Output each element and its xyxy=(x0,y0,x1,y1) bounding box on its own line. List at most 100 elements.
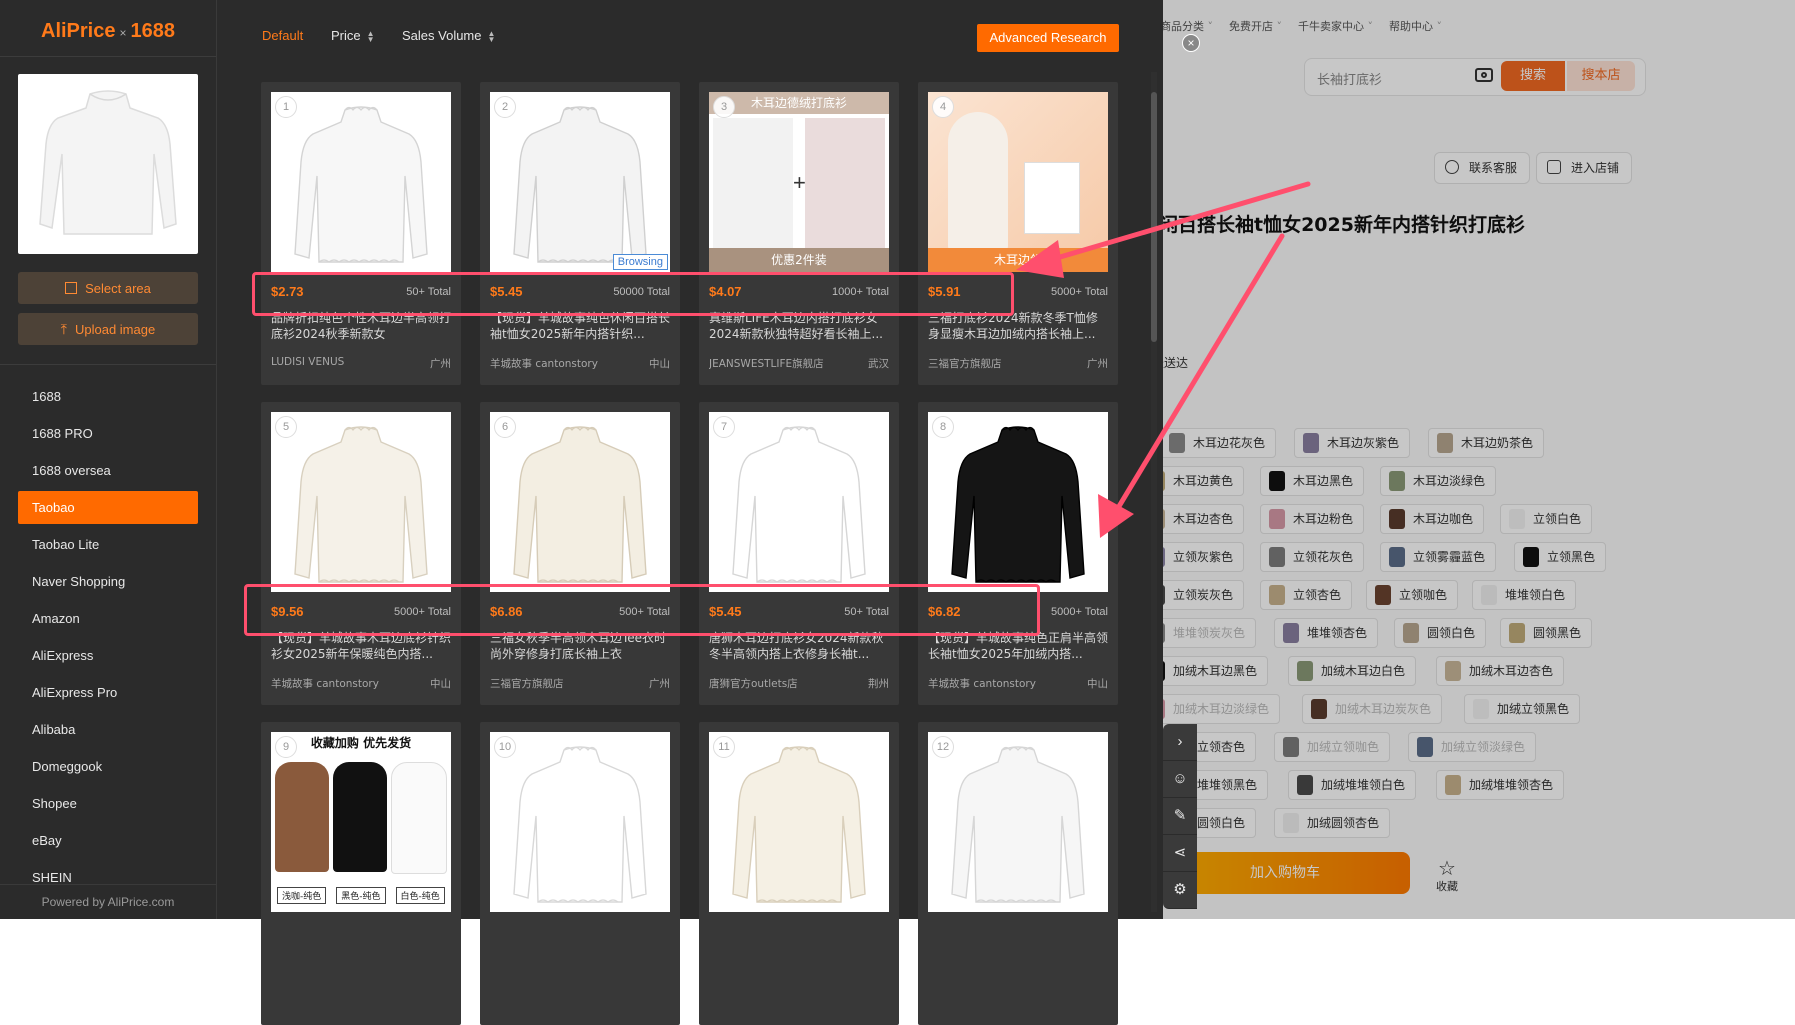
sort-price-tab[interactable]: Price ▲ ▼ xyxy=(331,28,375,43)
camera-icon[interactable] xyxy=(1475,68,1493,82)
enter-store-button[interactable]: 进入店铺 xyxy=(1536,152,1633,184)
product-image[interactable]: 7 xyxy=(709,412,889,592)
advanced-research-button[interactable]: Advanced Research xyxy=(977,24,1119,52)
product-card[interactable]: 12 xyxy=(918,722,1118,1025)
color-swatch[interactable]: 堆堆领杏色 xyxy=(1274,618,1379,648)
color-swatch[interactable]: 加绒木耳边炭灰色 xyxy=(1302,694,1443,724)
product-title[interactable]: 【现货】羊城故事纯色休闲百搭长袖t恤女2025新年内搭针织... xyxy=(490,310,670,342)
product-card[interactable]: 11 xyxy=(699,722,899,1025)
color-swatch[interactable]: 立领咖色 xyxy=(1366,580,1459,610)
platform-item[interactable]: Taobao Lite xyxy=(18,528,198,561)
add-to-cart-button[interactable]: 加入购物车 xyxy=(1160,852,1410,894)
shop-name[interactable]: 羊城故事 cantonstory xyxy=(271,676,401,691)
contact-service-button[interactable]: 联系客服 xyxy=(1434,152,1531,184)
bg-search-input[interactable]: 长袖打底衫 xyxy=(1317,69,1382,88)
color-swatch[interactable]: 木耳边粉色 xyxy=(1260,504,1365,534)
color-swatch[interactable]: 木耳边黑色 xyxy=(1260,466,1365,496)
color-swatch[interactable]: 木耳边奶茶色 xyxy=(1428,428,1545,458)
product-image[interactable]: 4 木耳边领 xyxy=(928,92,1108,272)
color-swatch[interactable]: 木耳边花灰色 xyxy=(1160,428,1277,458)
product-image[interactable]: 12 xyxy=(928,732,1108,912)
color-swatch[interactable]: 加绒立领淡绿色 xyxy=(1408,732,1537,762)
product-card[interactable]: 8 $6.82 5000+ Total 【现货】羊城故事纯色正肩半高领长袖t恤女202… xyxy=(918,402,1118,705)
color-swatch[interactable]: 加绒堆堆领杏色 xyxy=(1436,770,1565,800)
platform-item[interactable]: 1688 oversea xyxy=(18,454,198,487)
shop-name[interactable]: 唐狮官方outlets店 xyxy=(709,676,839,691)
platform-item[interactable]: Domeggook xyxy=(18,750,198,783)
platform-item[interactable]: Naver Shopping xyxy=(18,565,198,598)
product-title[interactable]: 品牌折扣纯色个性木耳边半高领打底衫2024秋季新款女 xyxy=(271,310,451,342)
product-card[interactable]: 5 $9.56 5000+ Total 【现货】羊城故事木耳边底衫针织衫女2025新年… xyxy=(261,402,461,705)
platform-item[interactable]: 1688 PRO xyxy=(18,417,198,450)
shop-name[interactable]: LUDISI VENUS xyxy=(271,356,401,368)
product-image[interactable]: 6 xyxy=(490,412,670,592)
sort-sales-tab[interactable]: Sales Volume ▲ ▼ xyxy=(402,28,495,43)
product-image[interactable]: 2 Browsing xyxy=(490,92,670,272)
color-swatch[interactable]: 立领雾霾蓝色 xyxy=(1380,542,1497,572)
product-image[interactable]: 9 收藏加购 优先发货 浅咖-纯色 黑色-纯色 白色-纯色 xyxy=(271,732,451,912)
color-swatch[interactable]: 立领杏色 xyxy=(1260,580,1353,610)
product-image[interactable]: 3 木耳边德绒打底衫 + 优惠2件装 xyxy=(709,92,889,272)
favorite-button[interactable]: ☆ 收藏 xyxy=(1427,858,1467,894)
platform-item[interactable]: AliExpress Pro xyxy=(18,676,198,709)
product-title[interactable]: 真维斯LIFE木耳边内搭打底衫女2024新款秋独特超好看长袖上... xyxy=(709,310,889,342)
product-card[interactable]: 7 $5.45 50+ Total 唐狮木耳边打底衫女2024新款秋冬半高领内搭上衣修… xyxy=(699,402,899,705)
close-panel-button[interactable]: × xyxy=(1182,34,1200,52)
color-swatch[interactable]: 圆领黑色 xyxy=(1500,618,1593,648)
bg-nav-item[interactable]: 帮助中心 xyxy=(1389,18,1442,34)
platform-item[interactable]: AliExpress xyxy=(18,639,198,672)
product-title[interactable]: 三福女秋季半高领木耳边Tee衣时尚外穿修身打底长袖上衣 xyxy=(490,630,670,662)
platform-item[interactable]: eBay xyxy=(18,824,198,857)
product-image[interactable]: 5 xyxy=(271,412,451,592)
platform-item[interactable]: Alibaba xyxy=(18,713,198,746)
product-card[interactable]: 3 木耳边德绒打底衫 + 优惠2件装 $4.07 1000+ Total 真维斯LIFE木耳… xyxy=(699,82,899,385)
product-card[interactable]: 9 收藏加购 优先发货 浅咖-纯色 黑色-纯色 白色-纯色 xyxy=(261,722,461,1025)
product-image[interactable]: 1 xyxy=(271,92,451,272)
product-card[interactable]: 1 $2.73 50+ Total 品牌折扣纯色个性木耳边半高领打底衫2024秋季新款… xyxy=(261,82,461,385)
product-card[interactable]: 2 Browsing $5.45 50000 Total 【现货】羊城故事纯色休闲百搭长… xyxy=(480,82,680,385)
shop-name[interactable]: 三福官方旗舰店 xyxy=(490,676,620,691)
platform-item[interactable]: Taobao xyxy=(18,491,198,524)
color-swatch[interactable]: 堆堆领白色 xyxy=(1472,580,1577,610)
bg-nav-item[interactable]: 商品分类 xyxy=(1160,18,1213,34)
color-swatch[interactable]: 加绒木耳边杏色 xyxy=(1436,656,1565,686)
bg-search-button[interactable]: 搜索 xyxy=(1501,61,1565,91)
shop-name[interactable]: 羊城故事 cantonstory xyxy=(928,676,1058,691)
color-swatch[interactable]: 立领黑色 xyxy=(1514,542,1607,572)
color-swatch[interactable]: 木耳边灰紫色 xyxy=(1294,428,1411,458)
emoji-icon[interactable]: ☺ xyxy=(1163,761,1197,798)
product-title[interactable]: 【现货】羊城故事木耳边底衫针织衫女2025新年保暖纯色内搭... xyxy=(271,630,451,662)
gear-icon[interactable]: ⚙ xyxy=(1163,872,1197,909)
shop-name[interactable]: 三福官方旗舰店 xyxy=(928,356,1058,371)
upload-image-button[interactable]: ⤒ Upload image xyxy=(18,313,198,345)
chevron-right-icon[interactable]: › xyxy=(1163,724,1197,761)
color-swatch[interactable]: 立领白色 xyxy=(1500,504,1593,534)
select-area-button[interactable]: Select area xyxy=(18,272,198,304)
color-swatch[interactable]: 木耳边淡绿色 xyxy=(1380,466,1497,496)
platform-item[interactable]: Amazon xyxy=(18,602,198,635)
bg-nav-item[interactable]: 千牛卖家中心 xyxy=(1298,18,1373,34)
pencil-icon[interactable]: ✎ xyxy=(1163,798,1197,835)
product-title[interactable]: 三福打底衫2024新款冬季T恤修身显瘦木耳边加绒内搭长袖上... xyxy=(928,310,1108,342)
bg-nav-item[interactable]: 免费开店 xyxy=(1229,18,1282,34)
shop-name[interactable]: 羊城故事 cantonstory xyxy=(490,356,620,371)
product-title[interactable]: 唐狮木耳边打底衫女2024新款秋冬半高领内搭上衣修身长袖t... xyxy=(709,630,889,662)
shop-name[interactable]: JEANSWESTLIFE旗舰店 xyxy=(709,356,839,371)
bg-search-store-button[interactable]: 搜本店 xyxy=(1567,61,1635,91)
product-card[interactable]: 4 木耳边领 $5.91 5000+ Total 三福打底衫2024新款冬季T恤修身显瘦… xyxy=(918,82,1118,385)
platform-item[interactable]: 1688 xyxy=(18,380,198,413)
color-swatch[interactable]: 木耳边咖色 xyxy=(1380,504,1485,534)
color-swatch[interactable]: 立领花灰色 xyxy=(1260,542,1365,572)
color-swatch[interactable]: 加绒堆堆领白色 xyxy=(1288,770,1417,800)
product-image[interactable]: 8 xyxy=(928,412,1108,592)
product-image[interactable]: 11 xyxy=(709,732,889,912)
color-swatch[interactable]: 圆领白色 xyxy=(1394,618,1487,648)
scrollbar-thumb[interactable] xyxy=(1151,92,1157,342)
product-image[interactable]: 10 xyxy=(490,732,670,912)
platform-item[interactable]: Shopee xyxy=(18,787,198,820)
color-swatch[interactable]: 加绒立领咖色 xyxy=(1274,732,1391,762)
product-card[interactable]: 6 $6.86 500+ Total 三福女秋季半高领木耳边Tee衣时尚外穿修身打底长… xyxy=(480,402,680,705)
color-swatch[interactable]: 加绒立领黑色 xyxy=(1464,694,1581,724)
sort-default-tab[interactable]: Default xyxy=(262,28,303,43)
scrollbar[interactable] xyxy=(1151,72,1157,912)
